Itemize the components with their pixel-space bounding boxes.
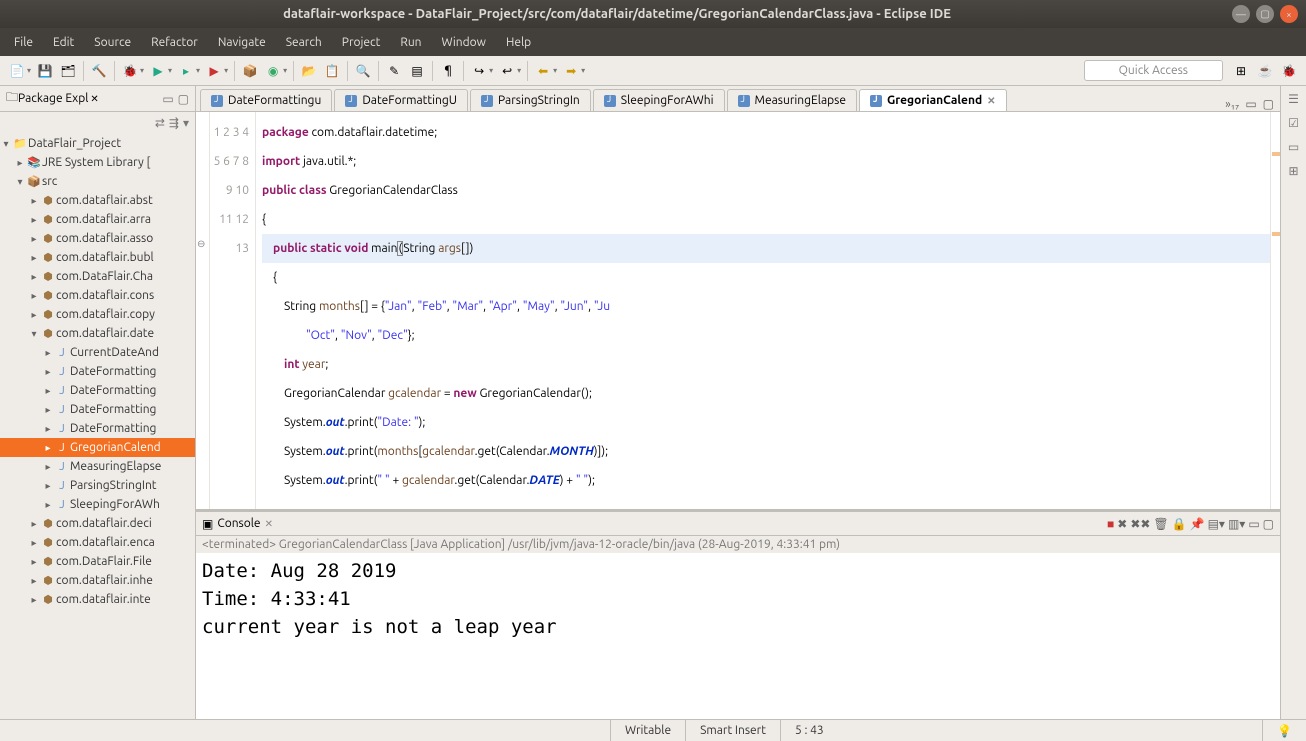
scroll-lock-icon[interactable]: 🔒 [1172, 517, 1187, 531]
status-writable: Writable [610, 720, 685, 741]
quick-access[interactable]: Quick Access [1084, 60, 1223, 81]
editor-tabs: DateFormattingu DateFormattingU ParsingS… [196, 86, 1280, 112]
open-type-icon[interactable]: 📂 [298, 60, 320, 82]
status-bar: Writable Smart Insert 5 : 43 💡 [0, 719, 1306, 741]
minimize-editor-icon[interactable]: ▭ [1245, 97, 1256, 111]
close-icon[interactable]: × [1280, 5, 1298, 23]
title-bar: dataflair-workspace - DataFlair_Project/… [0, 0, 1306, 28]
run-icon[interactable]: ▶ [147, 60, 169, 82]
menu-refactor[interactable]: Refactor [141, 36, 208, 49]
outline-icon[interactable]: ☰ [1288, 92, 1299, 106]
line-gutter: 1 2 3 4 5 6 7 8 9 10 11 12 13 [210, 112, 256, 509]
toolbar: 📄▾ 💾 🗂 🔨 🐞▾ ▶▾ ▸▾ ▶▾ 📦 ◉▾ 📂 📋 🔍 ✎ ▤ ¶ ↪▾… [0, 56, 1306, 86]
save-all-icon[interactable]: 🗂 [57, 60, 79, 82]
menu-help[interactable]: Help [496, 36, 541, 49]
close-view-icon[interactable]: ✕ [90, 93, 98, 105]
ext-tools-icon[interactable]: ▶ [203, 60, 225, 82]
remove-all-icon[interactable]: ✖✖ [1130, 517, 1150, 531]
close-console-icon[interactable]: ✕ [265, 518, 273, 530]
open-console-icon[interactable]: ▥▾ [1228, 517, 1245, 531]
clear-console-icon[interactable]: 🗑 [1153, 517, 1168, 531]
new-package-icon[interactable]: 📦 [239, 60, 261, 82]
minimize-view-icon[interactable]: ▭ [162, 92, 173, 106]
build-icon[interactable]: 🔨 [88, 60, 110, 82]
console-view: ▣ Console ✕ ■ ✖ ✖✖ 🗑 🔒 📌 ▤▾ ▥▾ ▭ ▢ <termin… [196, 509, 1280, 719]
display-console-icon[interactable]: ▤▾ [1208, 517, 1225, 531]
search-icon[interactable]: 🔍 [352, 60, 374, 82]
menu-file[interactable]: File [4, 36, 43, 49]
tab-overflow[interactable]: »₁₇ [1225, 98, 1239, 111]
open-task-icon[interactable]: 📋 [321, 60, 343, 82]
java-file-icon [211, 95, 223, 107]
link-editor-icon[interactable]: ⇶ [169, 116, 179, 130]
status-insert: Smart Insert [685, 720, 780, 741]
forward-icon[interactable]: ➡ [560, 60, 582, 82]
coverage-icon[interactable]: ▸ [175, 60, 197, 82]
console-icon: ▣ [202, 517, 213, 531]
open-perspective-icon[interactable]: ⊞ [1230, 60, 1252, 82]
java-file-icon [604, 95, 616, 107]
outline-view-icon[interactable]: ⊞ [1288, 164, 1298, 178]
right-trim: ☰ ☑ ▭ ⊞ [1280, 86, 1306, 719]
view-title: Package Expl [18, 92, 88, 105]
maximize-editor-icon[interactable]: ▢ [1263, 97, 1274, 111]
tab-active[interactable]: GregorianCalend✕ [859, 89, 1007, 111]
maximize-view-icon[interactable]: ▢ [178, 92, 189, 106]
toggle-mark-icon[interactable]: ✎ [383, 60, 405, 82]
java-perspective-icon[interactable]: ☕ [1254, 60, 1276, 82]
new-icon[interactable]: 📄 [6, 60, 28, 82]
java-file-icon [481, 95, 493, 107]
folder-icon: 🗀 [6, 88, 18, 109]
terminate-icon[interactable]: ■ [1107, 517, 1114, 531]
toggle-block-icon[interactable]: ▤ [406, 60, 428, 82]
console-title: Console [217, 517, 260, 530]
prev-annotation-icon[interactable]: ↩ [496, 60, 518, 82]
tree-selected: ▸JGregorianCalend [0, 438, 195, 457]
menu-project[interactable]: Project [332, 36, 391, 49]
menu-source[interactable]: Source [84, 36, 141, 49]
code-area[interactable]: package com.dataflair.datetime; import j… [256, 112, 1270, 509]
minimize-icon[interactable]: — [1232, 5, 1250, 23]
new-class-icon[interactable]: ◉ [262, 60, 284, 82]
tab[interactable]: ParsingStringIn [470, 89, 591, 111]
status-position: 5 : 43 [780, 720, 838, 741]
debug-icon[interactable]: 🐞 [119, 60, 141, 82]
max-console-icon[interactable]: ▢ [1263, 517, 1274, 531]
package-explorer: 🗀 Package Expl ✕ ▭ ▢ ⇄ ⇶ ▾ ▾📁DataFlair_P… [0, 86, 196, 719]
close-tab-icon[interactable]: ✕ [987, 95, 995, 107]
remove-launch-icon[interactable]: ✖ [1117, 517, 1127, 531]
menu-edit[interactable]: Edit [43, 36, 84, 49]
menu-bar: File Edit Source Refactor Navigate Searc… [0, 28, 1306, 56]
java-file-icon [345, 95, 357, 107]
tab[interactable]: DateFormattingU [334, 89, 468, 111]
console-output[interactable]: Date: Aug 28 2019 Time: 4:33:41 current … [196, 553, 1280, 719]
tab[interactable]: SleepingForAWhi [593, 89, 725, 111]
menu-navigate[interactable]: Navigate [208, 36, 276, 49]
tip-icon[interactable]: 💡 [1262, 720, 1306, 741]
task-list-icon[interactable]: ☑ [1288, 116, 1299, 130]
restore-icon[interactable]: ▭ [1288, 140, 1299, 154]
code-editor[interactable]: ⊖ 1 2 3 4 5 6 7 8 9 10 11 12 13 package … [196, 112, 1280, 509]
java-file-icon [738, 95, 750, 107]
next-annotation-icon[interactable]: ↪ [468, 60, 490, 82]
menu-run[interactable]: Run [390, 36, 431, 49]
pin-console-icon[interactable]: 📌 [1190, 517, 1205, 531]
min-console-icon[interactable]: ▭ [1248, 517, 1259, 531]
menu-search[interactable]: Search [276, 36, 332, 49]
back-icon[interactable]: ⬅ [532, 60, 554, 82]
show-whitespace-icon[interactable]: ¶ [437, 60, 459, 82]
debug-perspective-icon[interactable]: 🐞 [1278, 60, 1300, 82]
save-icon[interactable]: 💾 [34, 60, 56, 82]
tab[interactable]: DateFormattingu [200, 89, 332, 111]
console-info: <terminated> GregorianCalendarClass [Jav… [196, 536, 1280, 553]
menu-window[interactable]: Window [432, 36, 496, 49]
tab[interactable]: MeasuringElapse [727, 89, 857, 111]
package-tree[interactable]: ▾📁DataFlair_Project ▸📚JRE System Library… [0, 134, 195, 719]
maximize-icon[interactable]: ▢ [1256, 5, 1274, 23]
java-file-icon [870, 95, 882, 107]
window-title: dataflair-workspace - DataFlair_Project/… [8, 7, 1226, 21]
collapse-all-icon[interactable]: ⇄ [155, 116, 165, 130]
view-menu-icon[interactable]: ▾ [183, 116, 189, 130]
